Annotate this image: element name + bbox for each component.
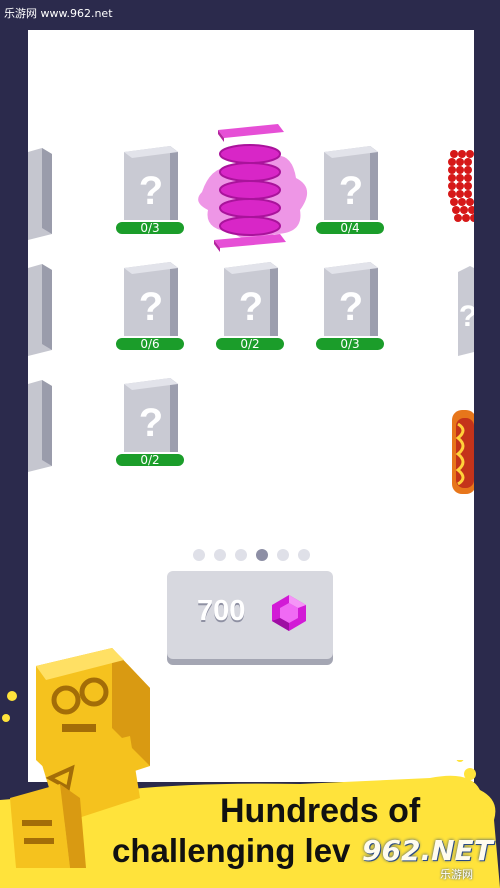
level-progress-badge: 0/2 <box>114 452 186 468</box>
pink-spring-icon <box>198 124 308 252</box>
locked-level-icon: ? <box>124 146 178 224</box>
page-dot-active[interactable] <box>255 549 268 561</box>
level-tile[interactable]: ? 0/2 <box>114 378 186 478</box>
banner-subheadline: challenging lev <box>112 832 351 869</box>
level-progress-badge: 0/3 <box>114 220 186 236</box>
page-dot[interactable] <box>192 549 205 561</box>
svg-text:?: ? <box>239 285 263 329</box>
svg-text:?: ? <box>339 285 363 329</box>
locked-level-icon: ? <box>324 146 378 224</box>
svg-text:?: ? <box>459 300 474 333</box>
level-tile[interactable]: ? 0/3 <box>114 146 186 246</box>
level-progress-badge: 0/3 <box>314 336 386 352</box>
level-progress-badge: 0/4 <box>314 220 386 236</box>
partial-tiles-left <box>28 148 52 472</box>
banner-headline: Hundreds of <box>220 792 421 830</box>
level-tile[interactable]: ? 0/3 <box>314 262 386 362</box>
svg-text:?: ? <box>139 401 163 445</box>
locked-level-icon: ? <box>324 262 378 340</box>
page-dot[interactable] <box>297 549 310 561</box>
level-progress-badge: 0/6 <box>114 336 186 352</box>
level-progress-badge: 0/2 <box>214 336 286 352</box>
locked-level-icon: ? <box>224 262 278 340</box>
next-page-preview: ? <box>448 150 474 494</box>
svg-text:?: ? <box>139 169 163 213</box>
page-dot[interactable] <box>276 549 289 561</box>
watermark-logo: 962.NET <box>362 834 493 867</box>
gem-unlock-button[interactable]: 700 <box>167 571 333 659</box>
locked-level-icon: ? <box>124 262 178 340</box>
page-dot[interactable] <box>213 549 226 561</box>
level-tile-current[interactable] <box>192 122 312 252</box>
level-tile[interactable]: ? 0/4 <box>314 146 386 246</box>
page-dot[interactable] <box>234 549 247 561</box>
svg-text:?: ? <box>339 169 363 213</box>
pagination-dots <box>28 549 474 563</box>
watermark-top: 乐游网 www.962.net <box>4 7 113 20</box>
watermark-logo-sub: 乐游网 <box>440 868 473 881</box>
svg-text:?: ? <box>139 285 163 329</box>
gem-count: 700 <box>197 595 246 627</box>
locked-level-icon: ? <box>124 378 178 456</box>
level-tile[interactable]: ? 0/2 <box>214 262 286 362</box>
gem-icon <box>272 595 306 631</box>
level-tile[interactable]: ? 0/6 <box>114 262 186 362</box>
